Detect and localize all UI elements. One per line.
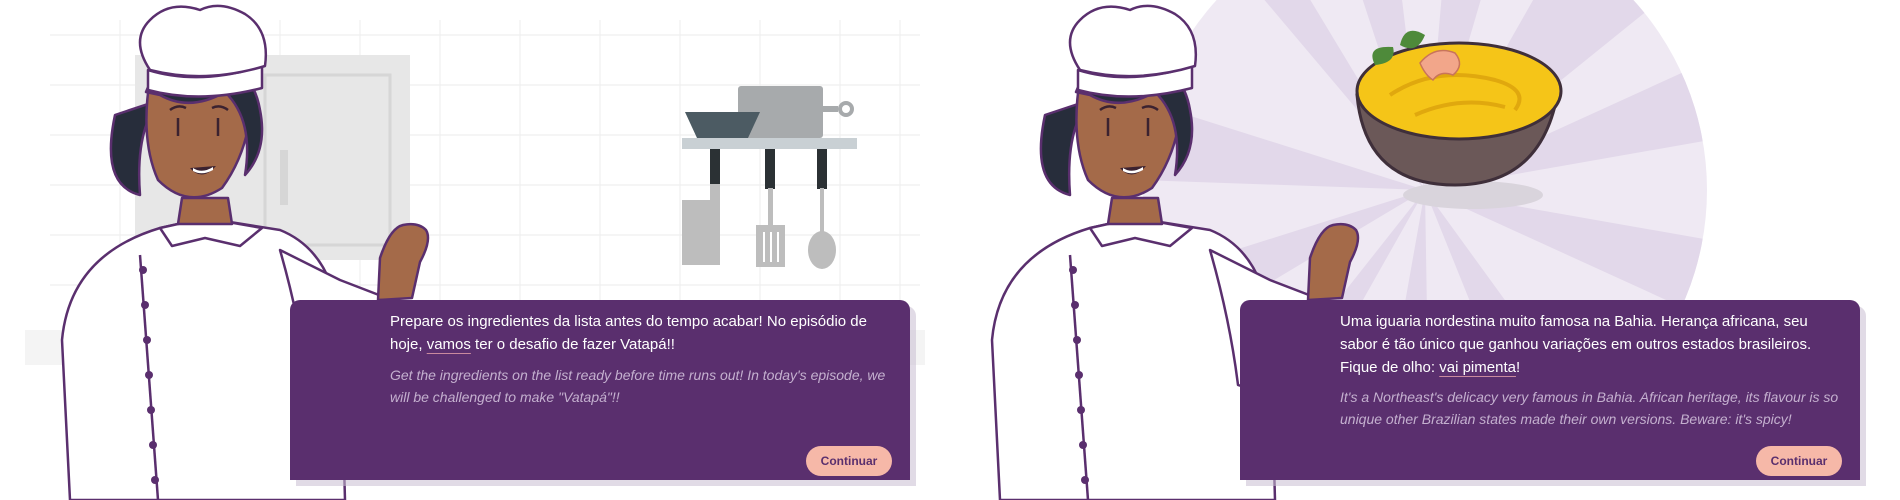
dialog-box: Uma iguaria nordestina muito famosa na B… [1240, 300, 1860, 480]
continue-button[interactable]: Continuar [1756, 446, 1842, 476]
dialog-text-portuguese: Uma iguaria nordestina muito famosa na B… [1340, 313, 1812, 376]
spatula-icon [756, 149, 785, 267]
dialog-panel-kitchen: Prepare os ingredientes da lista antes d… [0, 0, 950, 500]
highlighted-word: vai pimenta [1439, 359, 1516, 376]
dialog-panel-vatapa: Uma iguaria nordestina muito famosa na B… [950, 0, 1900, 500]
knife-icon [682, 149, 720, 265]
dialog-text-english: Get the ingredients on the list ready be… [390, 367, 886, 405]
continue-button[interactable]: Continuar [806, 446, 892, 476]
highlighted-word: vamos [426, 336, 471, 353]
dialog-box: Prepare os ingredientes da lista antes d… [290, 300, 910, 480]
dialog-text-portuguese: Prepare os ingredientes da lista antes d… [390, 313, 867, 353]
pans-icon [685, 86, 854, 138]
dialog-text-english: It's a Northeast's delicacy very famous … [1340, 389, 1839, 427]
utensil-rack [682, 86, 857, 269]
ladle-icon [808, 149, 836, 269]
